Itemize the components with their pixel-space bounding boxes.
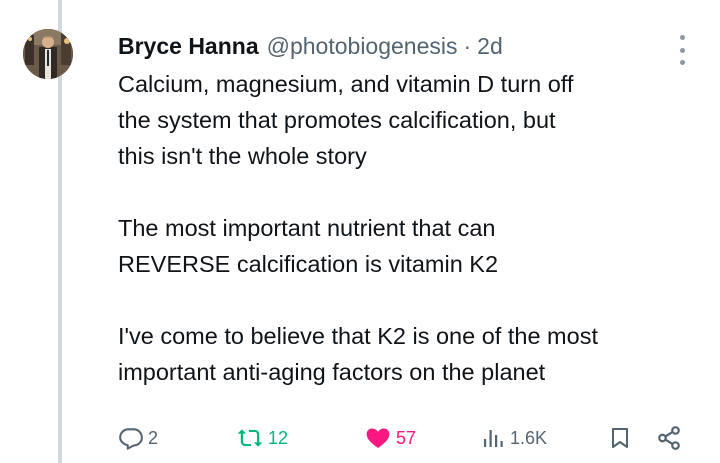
heart-icon xyxy=(366,428,390,448)
views-icon xyxy=(484,430,503,447)
action-bar: 2 12 57 1.6K xyxy=(118,422,688,454)
share-icon xyxy=(658,426,680,450)
avatar-image xyxy=(23,29,73,79)
reply-count: 2 xyxy=(148,427,159,448)
tweet-container: Bryce Hanna @photobiogenesis · 2d Calciu… xyxy=(0,0,720,463)
timestamp[interactable]: 2d xyxy=(477,33,503,60)
separator-dot: · xyxy=(463,32,472,59)
tweet-header: Bryce Hanna @photobiogenesis · 2d xyxy=(118,30,503,62)
tweet-paragraph: Calcium, magnesium, and vitamin D turn o… xyxy=(118,71,574,169)
more-dot xyxy=(679,35,685,40)
author-handle[interactable]: @photobiogenesis xyxy=(267,33,458,60)
repost-button[interactable]: 12 xyxy=(236,422,288,454)
like-button[interactable]: 57 xyxy=(364,422,416,454)
tweet-text: Calcium, magnesium, and vitamin D turn o… xyxy=(118,66,708,390)
reply-icon xyxy=(119,428,143,450)
share-button[interactable] xyxy=(656,422,682,454)
views-count: 1.6K xyxy=(510,427,548,448)
reply-button[interactable]: 2 xyxy=(118,422,158,454)
tweet-paragraph: I've come to believe that K2 is one of t… xyxy=(118,323,598,385)
like-count: 57 xyxy=(396,427,417,448)
bookmark-icon xyxy=(612,428,628,448)
views-button[interactable]: 1.6K xyxy=(482,422,547,454)
repost-count: 12 xyxy=(268,427,289,448)
author-name[interactable]: Bryce Hanna xyxy=(118,33,259,60)
more-options-icon[interactable] xyxy=(676,35,688,65)
avatar[interactable] xyxy=(23,29,73,79)
more-dot xyxy=(679,47,685,53)
repost-icon xyxy=(237,429,263,447)
tweet-paragraph: The most important nutrient that can REV… xyxy=(118,215,499,277)
bookmark-button[interactable] xyxy=(608,422,632,454)
more-dot xyxy=(679,60,685,65)
